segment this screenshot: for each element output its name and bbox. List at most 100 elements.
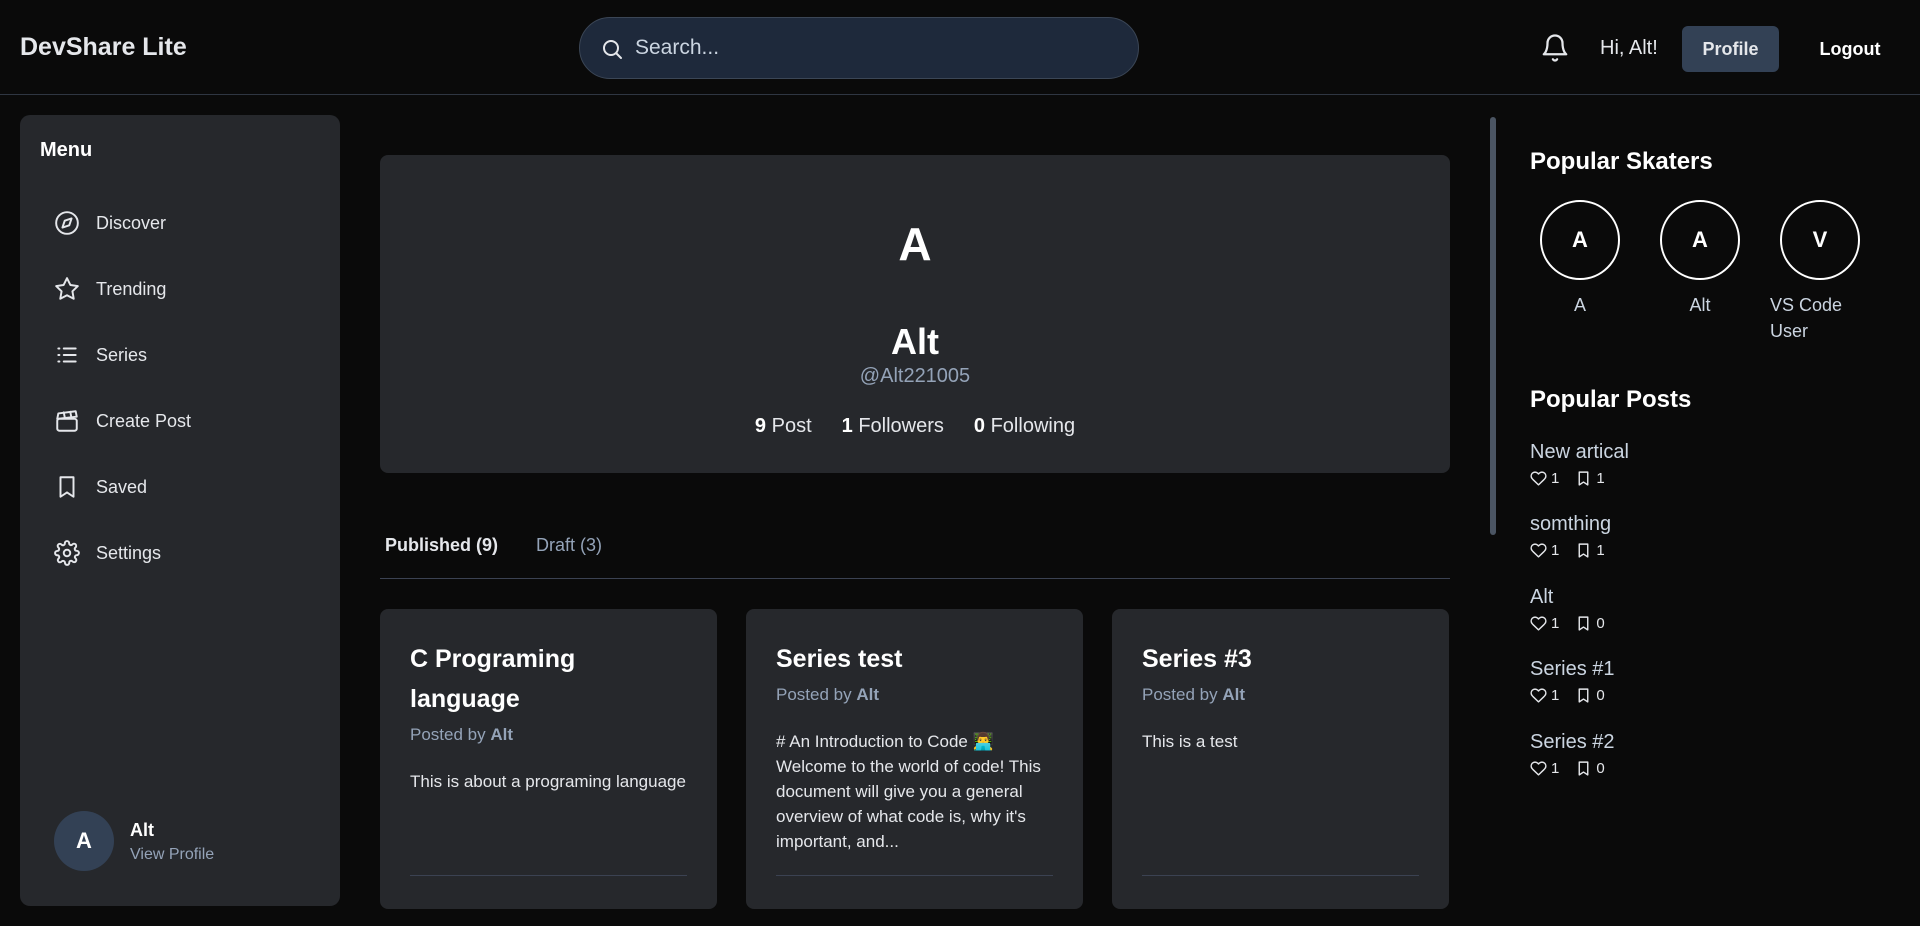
bell-icon[interactable]: [1540, 32, 1570, 64]
like-count: 1: [1551, 542, 1560, 559]
profile-name: Alt: [891, 321, 939, 362]
profile-stats: 9 Post 1 Followers 0 Following: [380, 415, 1450, 438]
like-count: 1: [1551, 760, 1560, 777]
post-author-line: Posted by Alt: [1142, 685, 1245, 705]
clapperboard-icon: [56, 410, 78, 432]
stat-followers-label: Followers: [858, 415, 944, 437]
sidebar-item-settings[interactable]: Settings: [54, 533, 324, 573]
stat-posts[interactable]: 9 Post: [755, 415, 812, 438]
skater-item[interactable]: A Alt: [1659, 200, 1741, 318]
stat-followers[interactable]: 1 Followers: [842, 415, 944, 438]
brand-logo[interactable]: DevShare Lite: [20, 33, 187, 62]
post-excerpt: This is a test: [1142, 732, 1238, 751]
sidebar-item-series[interactable]: Series: [54, 335, 324, 375]
gear-icon: [54, 540, 80, 566]
post-author-line: Posted by Alt: [776, 685, 879, 705]
popular-post-meta: 1 0: [1530, 615, 1830, 632]
post-card[interactable]: Series test Posted by Alt # An Introduct…: [746, 609, 1083, 909]
popular-skaters-title: Popular Skaters: [1530, 148, 1713, 175]
post-title[interactable]: C Programing language: [410, 639, 690, 719]
sidebar-item-saved[interactable]: Saved: [54, 467, 324, 507]
like-count: 1: [1551, 687, 1560, 704]
popular-post-title[interactable]: Series #2: [1530, 731, 1830, 754]
profile-button[interactable]: Profile: [1682, 26, 1779, 72]
post-tabs: Published (9) Draft (3): [380, 530, 1450, 579]
save-count: 1: [1596, 470, 1605, 487]
bookmark-icon: [59, 476, 75, 498]
skater-name: Alt: [1689, 295, 1711, 315]
post-author[interactable]: Alt: [1222, 685, 1245, 704]
popular-post-meta: 1 0: [1530, 760, 1830, 777]
post-author[interactable]: Alt: [856, 685, 879, 704]
popular-post-title[interactable]: Alt: [1530, 586, 1830, 609]
post-title[interactable]: Series #3: [1142, 639, 1422, 679]
like-count: 1: [1551, 615, 1560, 632]
popular-post-item[interactable]: somthing 1 1: [1530, 513, 1830, 559]
sidebar-user-card[interactable]: A Alt View Profile: [54, 811, 314, 873]
stat-posts-count: 9: [754, 415, 767, 437]
sidebar-item-discover[interactable]: Discover: [54, 203, 324, 243]
posted-by-label: Posted by: [410, 725, 486, 744]
tab-published[interactable]: Published (9): [385, 535, 498, 556]
tab-draft[interactable]: Draft (3): [536, 535, 602, 556]
search-bar[interactable]: [579, 17, 1139, 79]
popular-post-item[interactable]: New artical 1 1: [1530, 441, 1830, 487]
skater-item[interactable]: A A: [1539, 200, 1621, 318]
save-count: 1: [1596, 542, 1605, 559]
sidebar-item-label: Series: [96, 344, 148, 365]
skater-item[interactable]: V VS Code User: [1770, 200, 1861, 344]
popular-post-meta: 1 1: [1530, 542, 1830, 559]
heart-icon: [1530, 616, 1547, 631]
skater-name: VS Code User: [1770, 295, 1843, 341]
view-profile-link[interactable]: View Profile: [130, 846, 214, 864]
post-author[interactable]: Alt: [490, 725, 513, 744]
post-divider: [410, 875, 687, 876]
avatar: V: [1780, 200, 1860, 280]
post-excerpt: # An Introduction to Code 👨‍💻 Welcome to…: [776, 732, 1041, 851]
stat-following-label: Following: [990, 415, 1076, 437]
logout-button[interactable]: Logout: [1800, 26, 1900, 72]
sidebar-item-label: Discover: [96, 212, 167, 233]
post-card[interactable]: C Programing language Posted by Alt This…: [380, 609, 717, 909]
post-excerpt: This is about a programing language: [410, 772, 686, 791]
sidebar-item-label: Settings: [96, 542, 162, 563]
sidebar-item-label: Trending: [96, 278, 167, 299]
popular-post-item[interactable]: Series #2 1 0: [1530, 731, 1830, 777]
sidebar-item-label: Saved: [96, 476, 148, 497]
heart-icon: [1530, 471, 1547, 486]
popular-post-meta: 1 1: [1530, 470, 1830, 487]
heart-icon: [1530, 688, 1547, 703]
bookmark-icon: [1578, 688, 1589, 703]
avatar: A: [1660, 200, 1740, 280]
popular-post-meta: 1 0: [1530, 687, 1830, 704]
popular-post-item[interactable]: Series #1 1 0: [1530, 658, 1830, 704]
popular-post-title[interactable]: Series #1: [1530, 658, 1830, 681]
post-author-line: Posted by Alt: [410, 725, 513, 745]
top-header: DevShare Lite Hi, Alt! Profile Logout: [0, 0, 1920, 95]
sidebar-title: Menu: [40, 139, 93, 161]
avatar: A: [1540, 200, 1620, 280]
bookmark-icon: [1578, 761, 1589, 776]
post-divider: [776, 875, 1053, 876]
app-window: DevShare Lite Hi, Alt! Profile Logout Me…: [0, 0, 1920, 926]
sidebar-item-trending[interactable]: Trending: [54, 269, 324, 309]
post-title[interactable]: Series test: [776, 639, 1056, 679]
stat-followers-count: 1: [841, 415, 853, 437]
post-card[interactable]: Series #3 Posted by Alt This is a test: [1112, 609, 1449, 909]
posted-by-label: Posted by: [776, 685, 852, 704]
profile-handle: @Alt221005: [859, 365, 971, 387]
save-count: 0: [1596, 687, 1605, 704]
heart-icon: [1530, 543, 1547, 558]
heart-icon: [1530, 761, 1547, 776]
popular-post-title[interactable]: somthing: [1530, 513, 1830, 536]
skater-name: A: [1573, 295, 1586, 315]
sidebar: Menu Discover Trending Series Create Pos…: [20, 115, 340, 906]
sidebar-item-create-post[interactable]: Create Post: [54, 401, 324, 441]
popular-post-title[interactable]: New artical: [1530, 441, 1830, 464]
save-count: 0: [1596, 615, 1605, 632]
list-icon: [57, 347, 77, 363]
popular-post-item[interactable]: Alt 1 0: [1530, 586, 1830, 632]
search-input[interactable]: [635, 30, 1115, 66]
stat-following[interactable]: 0 Following: [974, 415, 1075, 438]
main-scrollbar[interactable]: [1490, 117, 1496, 535]
